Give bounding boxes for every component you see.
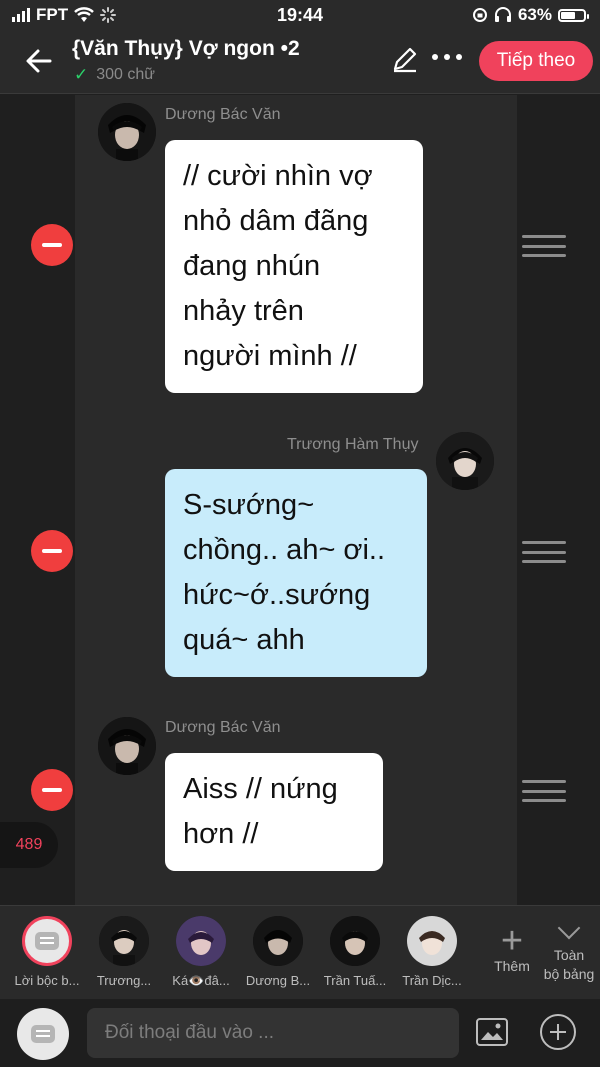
remove-message-button[interactable] [31, 224, 73, 266]
message-bubble[interactable]: Aiss // nứng hơn // [165, 753, 383, 871]
character-item[interactable]: Trần Dịc... [397, 916, 467, 988]
rotation-lock-icon [472, 8, 487, 22]
character-bar: Lời bộc b... Trương... Ká👁️đâ... Dương B… [0, 905, 600, 999]
character-item[interactable]: Dương B... [243, 916, 313, 988]
word-count: 300 chữ [96, 66, 155, 83]
word-count-row: ✓ 300 chữ [74, 65, 155, 85]
message-line: đang nhún [183, 250, 321, 282]
message-line: nhỏ dâm đãng [183, 205, 369, 237]
sender-name: Trương Hàm Thụy [287, 436, 419, 453]
sender-name: Dương Bác Văn [165, 719, 281, 736]
character-name: Dương B... [245, 973, 311, 988]
narrator-select-button[interactable] [17, 1008, 69, 1060]
pencil-icon[interactable] [390, 44, 420, 74]
check-icon: ✓ [74, 65, 89, 84]
message-bubble[interactable]: S-sướng~ chồng.. ah~ ơi.. hức~ớ..sướng q… [165, 469, 427, 677]
narrator-avatar [22, 916, 72, 966]
dialog-input[interactable] [87, 1008, 459, 1058]
chat-bubble-icon [35, 932, 59, 950]
next-button[interactable]: Tiếp theo [479, 41, 593, 81]
message-bubble[interactable]: // cười nhìn vợ nhỏ dâm đãng đang nhún n… [165, 140, 423, 393]
headphones-icon [494, 7, 511, 22]
count-badge[interactable]: 489 [0, 822, 58, 868]
avatar-truong-ham-thuy[interactable] [436, 432, 494, 490]
character-name: Trương... [96, 973, 152, 988]
character-name: Trần Dịc... [402, 973, 462, 988]
avatar [407, 916, 457, 966]
status-bar: FPT 19:44 63% [0, 0, 600, 32]
character-item[interactable]: Trương... [89, 916, 159, 988]
back-arrow-icon[interactable] [22, 44, 56, 78]
avatar-duong-bac-van[interactable] [98, 103, 156, 161]
battery-percent: 63% [517, 5, 552, 24]
character-name: Lời bộc b... [14, 973, 80, 988]
add-circle-icon[interactable] [540, 1014, 576, 1050]
add-character-button[interactable]: + Thêm [486, 920, 538, 974]
sender-name: Dương Bác Văn [165, 106, 281, 123]
message-line: S-sướng~ [183, 489, 315, 521]
all-board-button[interactable]: Toàn bộ bảng [540, 916, 598, 984]
character-name: Ká👁️đâ... [172, 973, 230, 988]
avatar [253, 916, 303, 966]
story-title: {Văn Thụy} Vợ ngon •2 [72, 37, 300, 60]
message-line: // cười nhìn vợ [183, 160, 373, 192]
message-line: nhảy trên [183, 295, 304, 327]
more-options-icon[interactable] [432, 54, 462, 60]
message-line: chồng.. ah~ ơi.. [183, 534, 386, 566]
drag-handle-icon[interactable] [522, 235, 566, 257]
remove-message-button[interactable] [31, 769, 73, 811]
remove-message-button[interactable] [31, 530, 73, 572]
image-icon[interactable] [476, 1018, 508, 1046]
character-name: Trần Tuấ... [323, 973, 387, 988]
character-item[interactable]: Ká👁️đâ... [166, 916, 236, 989]
message-line: người mình // [183, 340, 357, 372]
battery-icon [558, 8, 589, 22]
message-line: Aiss // nứng [183, 773, 338, 805]
chevron-down-icon [557, 916, 581, 940]
message-line: hức~ớ..sướng [183, 579, 371, 611]
message-line: quá~ ahh [183, 624, 305, 656]
avatar [330, 916, 380, 966]
avatar [99, 916, 149, 966]
character-narrator[interactable]: Lời bộc b... [12, 916, 82, 988]
editor-header: {Văn Thụy} Vợ ngon •2 ✓ 300 chữ Tiếp the… [0, 32, 600, 94]
all-board-label-1: Toàn [553, 947, 585, 963]
chat-bubble-icon [31, 1025, 55, 1043]
character-item[interactable]: Trần Tuấ... [320, 916, 390, 988]
avatar-duong-bac-van[interactable] [98, 717, 156, 775]
all-board-label-2: bộ bảng [543, 966, 595, 982]
plus-icon: + [500, 920, 524, 962]
add-character-label: Thêm [494, 958, 530, 974]
message-line: hơn // [183, 818, 259, 850]
drag-handle-icon[interactable] [522, 541, 566, 563]
drag-handle-icon[interactable] [522, 780, 566, 802]
chat-editor: Dương Bác Văn // cười nhìn vợ nhỏ dâm đã… [0, 95, 600, 905]
input-bar [0, 999, 600, 1067]
avatar [176, 916, 226, 966]
